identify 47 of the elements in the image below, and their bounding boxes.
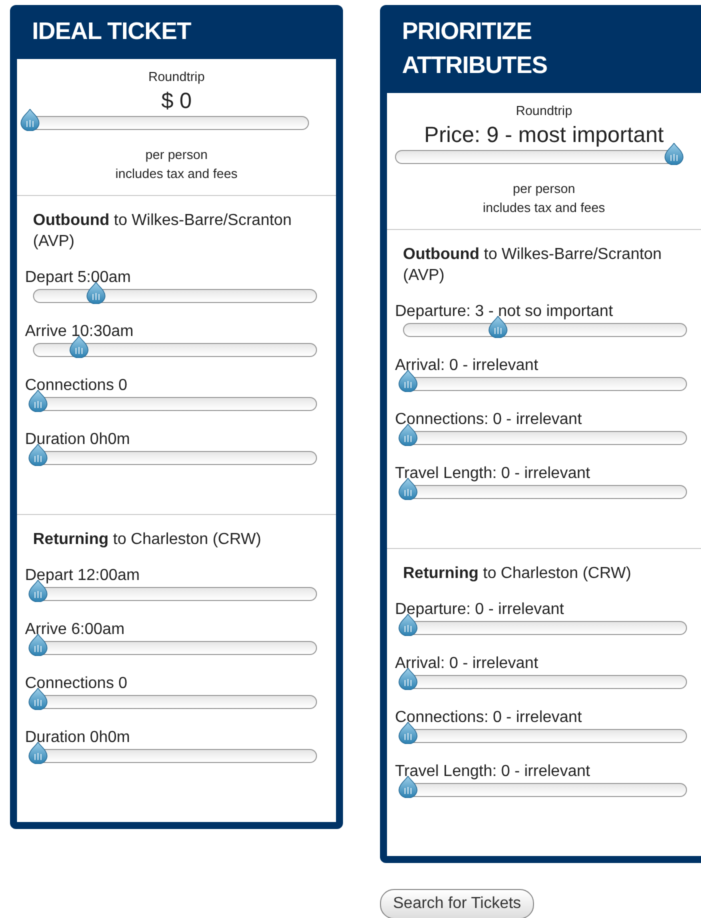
section-heading: Outbound to Wilkes-Barre/Scranton (AVP) xyxy=(33,210,293,252)
slider-thumb[interactable] xyxy=(28,688,48,710)
slider-thumb[interactable] xyxy=(488,316,508,338)
slider-thumb[interactable] xyxy=(398,776,418,798)
slider-thumb[interactable] xyxy=(86,282,106,304)
search-button[interactable]: Search for Tickets xyxy=(380,888,534,918)
slider-label: Arrive 6:00am xyxy=(25,620,126,640)
slider-label: Arrival: 0 - irrelevant xyxy=(395,654,540,674)
panel-title: IDEAL TICKET xyxy=(31,17,192,47)
slider-thumb[interactable] xyxy=(20,108,40,130)
slider-label: Connections: 0 - irrelevant xyxy=(395,708,583,728)
slider-label: Arrive 10:30am xyxy=(25,322,134,342)
slider-thumb[interactable] xyxy=(664,142,684,164)
section-heading: Returning to Charleston (CRW) xyxy=(33,530,262,550)
slider-thumb[interactable] xyxy=(28,390,48,412)
slider-label: Connections 0 xyxy=(25,674,128,694)
slider-thumb[interactable] xyxy=(28,742,48,764)
slider-label: Connections: 0 - irrelevant xyxy=(395,410,583,430)
section-heading: Returning to Charleston (CRW) xyxy=(403,564,632,584)
slider-thumb[interactable] xyxy=(28,634,48,656)
slider-thumb[interactable] xyxy=(398,424,418,446)
slider-thumb[interactable] xyxy=(28,444,48,466)
slider-thumb[interactable] xyxy=(398,722,418,744)
note-text: per person xyxy=(512,180,576,198)
panel-title: PRIORITIZE ATTRIBUTES xyxy=(401,17,548,81)
slider-label: Departure: 3 - not so important xyxy=(395,302,614,322)
slider-label: Arrival: 0 - irrelevant xyxy=(395,356,540,376)
slider-label: Duration 0h0m xyxy=(25,728,131,748)
slider-label: Duration 0h0m xyxy=(25,430,131,450)
slider-thumb[interactable] xyxy=(398,370,418,392)
slider-label: Depart 5:00am xyxy=(25,268,132,288)
caption-text: Roundtrip xyxy=(147,68,206,86)
slider-label: Travel Length: 0 - irrelevant xyxy=(395,762,592,782)
slider-label: Travel Length: 0 - irrelevant xyxy=(395,464,592,484)
note-text: includes tax and fees xyxy=(482,198,606,216)
slider-thumb[interactable] xyxy=(398,478,418,500)
price-value: Price: 9 - most important xyxy=(423,120,665,148)
slider-label: Connections 0 xyxy=(25,376,128,396)
slider-label: Departure: 0 - irrelevant xyxy=(395,600,565,620)
slider-label: Depart 12:00am xyxy=(25,566,141,586)
caption-text: Roundtrip xyxy=(514,102,574,120)
price-value: $ 0 xyxy=(160,86,193,114)
slider-thumb[interactable] xyxy=(69,336,90,358)
slider-thumb[interactable] xyxy=(398,668,418,690)
note-text: includes tax and fees xyxy=(114,164,239,182)
note-text: per person xyxy=(144,146,209,164)
section-heading: Outbound to Wilkes-Barre/Scranton (AVP) xyxy=(403,244,663,286)
